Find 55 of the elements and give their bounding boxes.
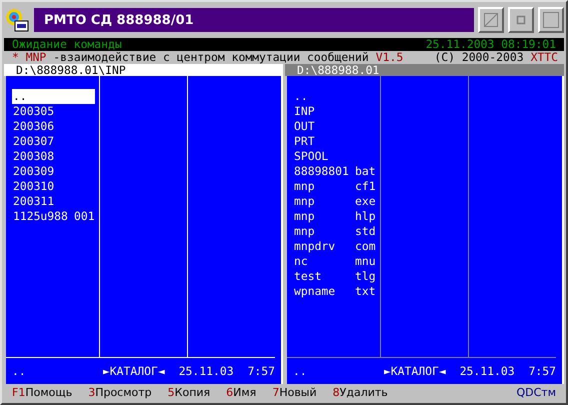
brand-label: QDCтм [516,386,556,400]
file-time: 7:57 [528,364,556,378]
file-item[interactable]: SPOOL [293,149,376,164]
info-text: -взаимодействие с центром коммутации сообщений [53,51,369,64]
status-datetime: 25.11.2003 08:19:01 [426,38,556,51]
minimize-button[interactable] [478,7,504,33]
restore-button[interactable] [508,7,534,33]
file-item[interactable]: 200311 [12,194,95,209]
file-type: ►КАТАЛОГ◄ [102,364,165,378]
file-item[interactable]: 200308 [12,149,95,164]
info-text: (C) 2000-2003 [434,51,524,64]
restore-icon [516,15,526,25]
accent-text: XTTC [530,51,558,64]
minimize-icon [484,13,498,27]
file-item[interactable]: INP [293,104,376,119]
file-item[interactable]: .. [12,89,95,104]
function-key[interactable]: 8Удалить [332,386,388,400]
file-type: ►КАТАЛОГ◄ [384,364,446,378]
file-item[interactable]: 200305 [12,104,95,119]
accent-text: * MNP [12,51,46,64]
file-item[interactable]: mnp std [293,224,376,239]
file-date: 25.11.03 [178,364,234,378]
maximize-icon [543,12,559,28]
file-item[interactable]: mnp hlp [293,209,376,224]
file-time: 7:57 [248,364,275,378]
accent-text: V1.5 [376,51,404,64]
window-title: РМТО СД 888988/01 [44,12,194,28]
app-icon [4,7,30,33]
file-item[interactable]: mnp cf1 [293,179,376,194]
file-item[interactable]: nc mnu [293,254,376,269]
panel-path: D:\888988.01\INP [16,63,126,77]
file-item[interactable]: OUT [293,119,376,134]
file-item[interactable]: 200310 [12,179,95,194]
function-key[interactable]: 6Имя [226,386,256,400]
file-item[interactable]: 88898801 bat [293,164,376,179]
status-message: Ожидание команды [12,38,122,51]
function-key[interactable]: 5Копия [168,386,210,400]
file-item[interactable]: test tlg [293,269,376,284]
file-item[interactable]: 200307 [12,134,95,149]
selected-name: .. [293,364,307,378]
file-item[interactable]: PRT [293,134,376,149]
file-item[interactable]: mnpdrv com [293,239,376,254]
function-key[interactable]: 7Новый [272,386,317,400]
panel-path: D:\888988.01 [297,63,380,77]
file-date: 25.11.03 [460,364,515,378]
maximize-button[interactable] [538,7,564,33]
file-item[interactable]: wpname txt [293,284,376,299]
file-item[interactable]: .. [293,89,376,104]
file-item[interactable]: 200306 [12,119,95,134]
file-item[interactable]: 200309 [12,164,95,179]
selected-name: .. [12,364,26,378]
file-item[interactable]: mnp exe [293,194,376,209]
function-key[interactable]: 3Просмотр [88,386,152,400]
file-item[interactable]: 1125u988 001 [12,209,95,224]
function-key[interactable]: F1Помощь [12,386,72,400]
